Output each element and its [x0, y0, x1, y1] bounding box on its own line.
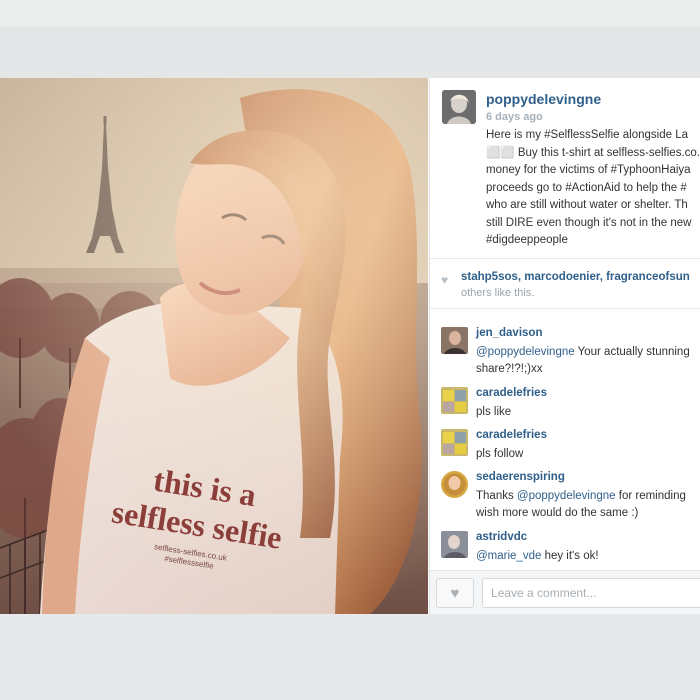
likers-others: others like this.: [461, 287, 535, 299]
commenter-avatar-image: [441, 387, 468, 414]
post-caption: Here is my #SelflessSelfie alongside La …: [486, 127, 700, 250]
post-card: this is a selfless selfie selfless-selfi…: [0, 78, 700, 614]
comment-text: @marie_vde hey it's ok!: [476, 548, 599, 565]
commenter-avatar[interactable]: [441, 531, 468, 558]
heart-icon: ♥: [450, 584, 460, 602]
comment-text: pls follow: [476, 448, 524, 460]
caption-line: #digdeeppeople: [486, 234, 568, 246]
comment-username[interactable]: caradelefries: [476, 387, 547, 399]
comment-text-part: Your actually stunning: [574, 346, 690, 358]
comment-username[interactable]: sedaerenspiring: [476, 471, 565, 483]
comment-username[interactable]: caradelefries: [476, 429, 547, 441]
heart-icon: ♥: [441, 273, 449, 287]
page-top-band: [0, 0, 700, 26]
comment-username[interactable]: astridvdc: [476, 531, 527, 543]
caption-line: Here is my #SelflessSelfie alongside La: [486, 129, 688, 141]
post-details-panel: poppydelevingne 6 days ago Here is my #S…: [429, 78, 700, 614]
commenter-avatar-image: [441, 531, 468, 558]
comment-text-part: hey it's ok!: [541, 550, 599, 562]
comment-mention[interactable]: @marie_vde: [476, 550, 541, 562]
post-caption-block: poppydelevingne 6 days ago Here is my #S…: [430, 78, 700, 259]
comment-text: @poppydelevingne Your actually stunning …: [476, 344, 690, 378]
comment-text-line2: share?!?!;)xx: [476, 363, 543, 375]
author-avatar[interactable]: [442, 90, 476, 124]
comment-username[interactable]: jen_davison: [476, 327, 542, 339]
like-button[interactable]: ♥: [436, 578, 474, 608]
commenter-avatar[interactable]: [441, 471, 468, 498]
caption-line: proceeds go to #ActionAid to help the #: [486, 181, 687, 194]
likes-section: ♥ stahp5sos, marcodoenier, fragranceofsu…: [430, 259, 700, 309]
comment-text-part: for reminding: [615, 490, 686, 502]
caption-line: ⬜⬜ Buy this t-shirt at selfless-selfies.…: [486, 146, 700, 159]
author-avatar-image: [442, 90, 476, 124]
commenter-avatar[interactable]: [441, 327, 468, 354]
post-timestamp[interactable]: 6 days ago: [486, 111, 543, 123]
author-username[interactable]: poppydelevingne: [486, 91, 601, 107]
commenter-avatar-image: [441, 327, 468, 354]
caption-line: money for the victims of #TyphoonHaiya: [486, 164, 691, 176]
comment-mention[interactable]: @poppydelevingne: [517, 490, 616, 502]
comment-input[interactable]: [482, 578, 700, 608]
post-photo[interactable]: this is a selfless selfie selfless-selfi…: [0, 78, 428, 614]
likers-list[interactable]: stahp5sos, marcodoenier, fragranceofsun: [461, 271, 690, 283]
comment-mention[interactable]: @poppydelevingne: [476, 346, 575, 358]
comment-text-line2: wish more would do the same :): [476, 507, 639, 519]
page-bottom-band: [0, 614, 700, 700]
photo-illustration: this is a selfless selfie selfless-selfi…: [0, 78, 428, 614]
comment-text: Thanks @poppydelevingne for reminding wi…: [476, 488, 686, 522]
commenter-avatar-image: [441, 429, 468, 456]
commenter-avatar[interactable]: [441, 429, 468, 456]
caption-line: still DIRE even though it's not in the n…: [486, 216, 692, 229]
caption-line: who are still without water or shelter. …: [486, 199, 688, 211]
comment-text: pls like: [476, 406, 512, 418]
commenter-avatar-image: [441, 471, 468, 498]
comment-bar: ♥: [430, 570, 700, 614]
comment-text-part: Thanks: [476, 490, 517, 502]
page-header-strip: [0, 26, 700, 78]
commenter-avatar[interactable]: [441, 387, 468, 414]
